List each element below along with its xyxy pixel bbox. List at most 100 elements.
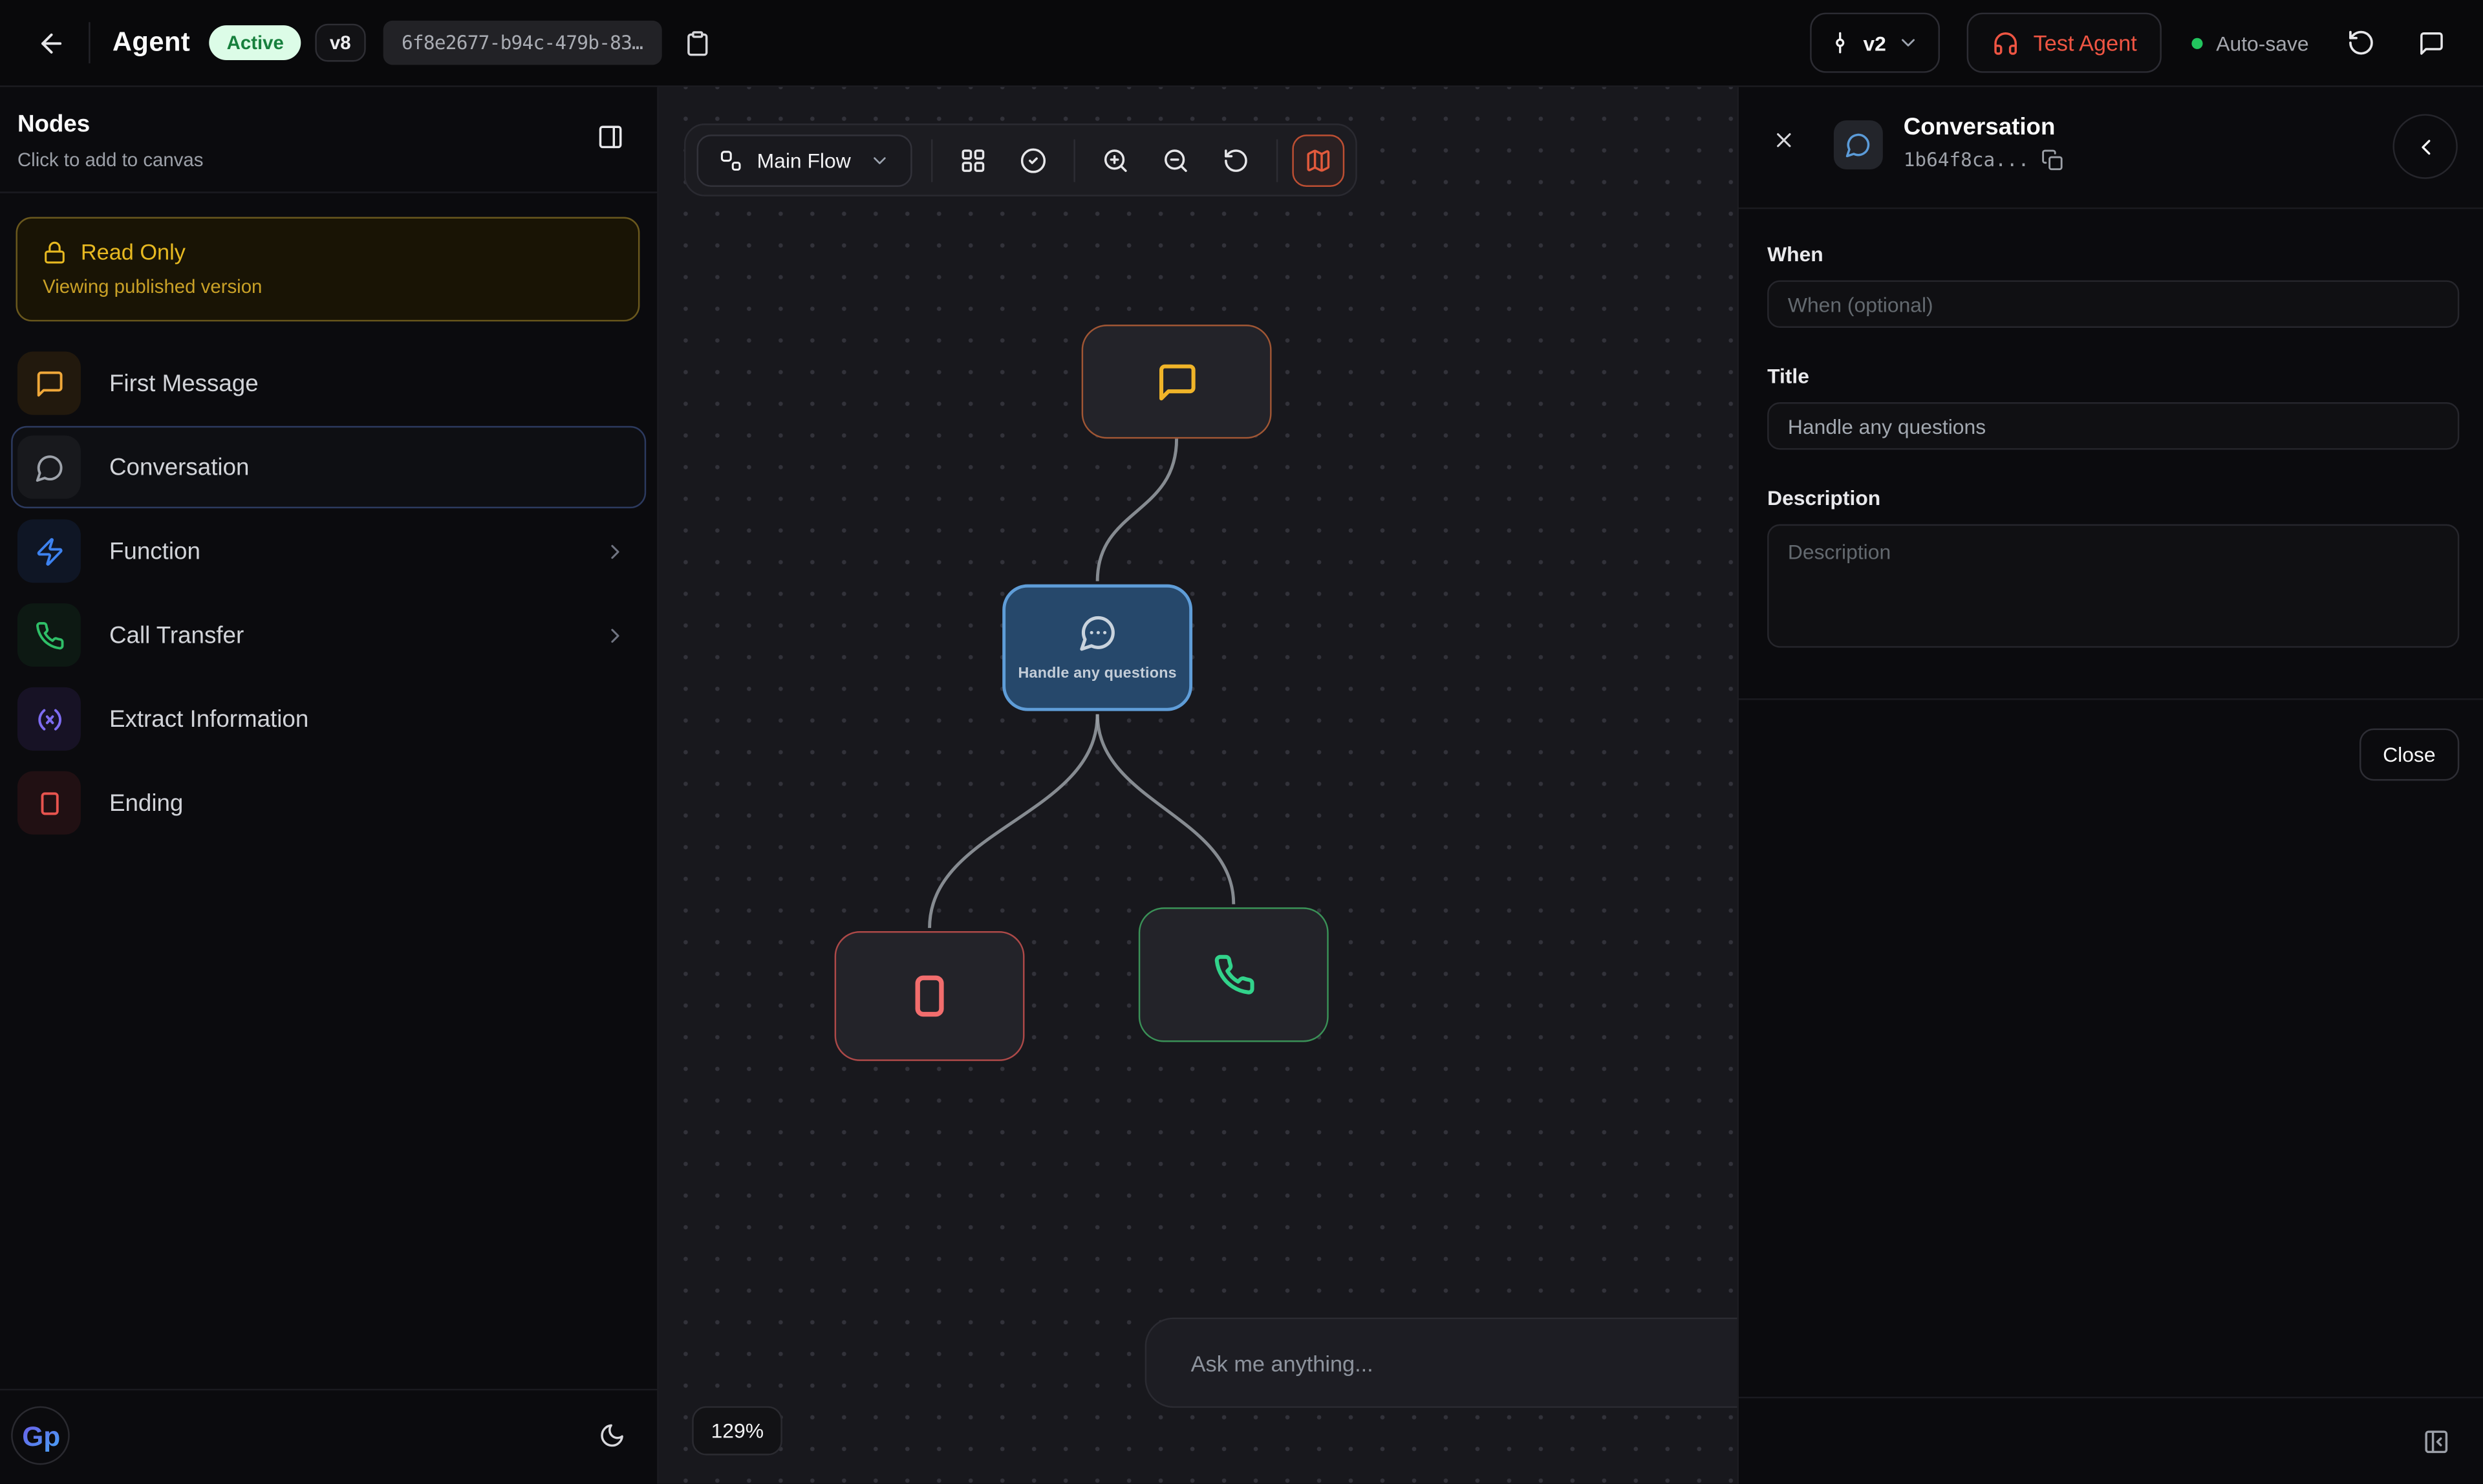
node-type-list: First Message Conversation Function [0, 334, 657, 852]
test-agent-label: Test Agent [2034, 30, 2137, 56]
clipboard-button[interactable] [684, 29, 711, 56]
test-agent-button[interactable]: Test Agent [1967, 13, 2162, 73]
sidebar-item-extract-information[interactable]: Extract Information [11, 678, 646, 760]
validate-button[interactable] [1007, 134, 1060, 186]
brand-logo[interactable]: Gp [11, 1406, 70, 1465]
message-circle-icon [1845, 131, 1872, 158]
message-square-icon [34, 368, 65, 398]
parentheses-x-icon [34, 704, 65, 735]
panel-titles: Conversation 1b64f8ca... [1904, 114, 2065, 171]
description-input[interactable] [1767, 524, 2459, 648]
sidebar-item-ending[interactable]: Ending [11, 762, 646, 844]
zoom-out-icon [1163, 147, 1190, 174]
ask-anything-bar[interactable] [1145, 1318, 1737, 1408]
autosave-status-dot [2193, 38, 2204, 48]
copy-id-button[interactable] [2042, 149, 2064, 171]
divider [932, 138, 933, 181]
map-icon [1306, 147, 1333, 174]
canvas-node-ending[interactable] [835, 931, 1025, 1061]
sidebar-item-label: Function [109, 537, 200, 565]
zap-icon [34, 536, 65, 566]
ask-anything-input[interactable] [1191, 1350, 1737, 1375]
theme-toggle-button[interactable] [599, 1422, 626, 1449]
chevron-right-icon [603, 539, 627, 563]
divider [1277, 138, 1278, 181]
copy-icon [2042, 149, 2064, 171]
description-label: Description [1767, 486, 2459, 510]
panel-title: Conversation [1904, 114, 2065, 141]
svg-text:Gp: Gp [21, 1421, 59, 1451]
title-field-group: Title [1767, 364, 2459, 449]
square-icon [34, 788, 65, 818]
canvas-node-call-transfer[interactable] [1139, 907, 1329, 1042]
sidebar-title: Nodes [17, 111, 204, 138]
revision-badge: v8 [316, 24, 365, 62]
git-commit-icon [1827, 30, 1852, 56]
minimap-toggle-button[interactable] [1293, 134, 1345, 186]
readonly-title: Read Only [81, 239, 186, 264]
divider [89, 22, 90, 63]
circle-check-icon [1020, 147, 1048, 174]
zoom-level-badge[interactable]: 129% [692, 1406, 782, 1456]
sidebar-item-first-message[interactable]: First Message [11, 342, 646, 424]
message-square-icon [1156, 360, 1198, 403]
headphones-icon [1992, 29, 2019, 56]
divider [0, 191, 657, 193]
panel-header: Conversation 1b64f8ca... [1739, 87, 2483, 208]
message-square-icon [2417, 29, 2444, 56]
node-label: Handle any questions [1018, 665, 1176, 683]
panel-right-icon [597, 124, 624, 151]
zoom-in-icon [1102, 147, 1130, 174]
flow-selector[interactable]: Main Flow [697, 134, 913, 186]
zoom-out-button[interactable] [1150, 134, 1203, 186]
feedback-button[interactable] [2404, 16, 2458, 69]
layout-grid-icon [960, 147, 987, 174]
sidebar-item-label: Ending [109, 790, 183, 817]
moon-icon [599, 1422, 626, 1449]
panel-form: When Title Description [1739, 209, 2483, 692]
phone-icon [34, 620, 65, 651]
sidebar-item-label: Conversation [109, 454, 249, 481]
top-bar: Agent Active v8 6f8e2677-b94c-479b-83… v… [0, 0, 2483, 87]
flow-canvas[interactable]: Main Flow [659, 87, 1737, 1484]
panel-close-x-button[interactable] [1772, 128, 1796, 152]
sidebar-item-conversation[interactable]: Conversation [11, 426, 646, 508]
phone-icon [1212, 953, 1255, 996]
sidebar-header: Nodes Click to add to canvas [0, 87, 657, 192]
version-selector[interactable]: v2 [1809, 13, 1940, 73]
canvas-toolbar: Main Flow [684, 124, 1357, 197]
app-window: Agent Active v8 6f8e2677-b94c-479b-83… v… [0, 0, 2483, 1484]
chevron-right-icon [603, 623, 627, 647]
chevron-left-icon [2413, 134, 2438, 159]
node-details-panel: Conversation 1b64f8ca... When [1737, 87, 2483, 1484]
canvas-node-conversation[interactable]: Handle any questions [1002, 585, 1192, 711]
when-field-group: When [1767, 242, 2459, 328]
readonly-banner: Read Only Viewing published version [16, 217, 640, 322]
auto-layout-button[interactable] [947, 134, 1000, 186]
panel-left-close-button[interactable] [2423, 1428, 2450, 1455]
message-circle-icon [34, 452, 65, 482]
sidebar-collapse-button[interactable] [589, 116, 632, 158]
canvas-node-first-message[interactable] [1082, 325, 1272, 438]
logo-monogram-icon: Gp [20, 1415, 61, 1456]
sidebar-item-function[interactable]: Function [11, 510, 646, 592]
panel-actions: Close [1739, 700, 2483, 809]
node-id: 1b64f8ca... [1904, 149, 2030, 171]
autosave-label: Auto-save [2216, 31, 2308, 55]
reset-view-button[interactable] [1210, 134, 1263, 186]
divider [1074, 138, 1075, 181]
chevron-down-icon [1897, 32, 1919, 54]
sidebar-item-call-transfer[interactable]: Call Transfer [11, 594, 646, 676]
zoom-in-button[interactable] [1090, 134, 1143, 186]
panel-left-close-icon [2423, 1428, 2450, 1455]
when-input[interactable] [1767, 280, 2459, 327]
back-button[interactable] [25, 17, 76, 68]
agent-id-chip[interactable]: 6f8e2677-b94c-479b-83… [383, 21, 662, 65]
close-button[interactable]: Close [2359, 729, 2459, 781]
panel-collapse-button[interactable] [2392, 114, 2457, 178]
rotate-ccw-icon [1223, 147, 1250, 174]
history-button[interactable] [2334, 16, 2388, 69]
title-input[interactable] [1767, 402, 2459, 449]
page-title: Agent [113, 27, 190, 59]
sidebar-subtitle: Click to add to canvas [17, 149, 204, 171]
